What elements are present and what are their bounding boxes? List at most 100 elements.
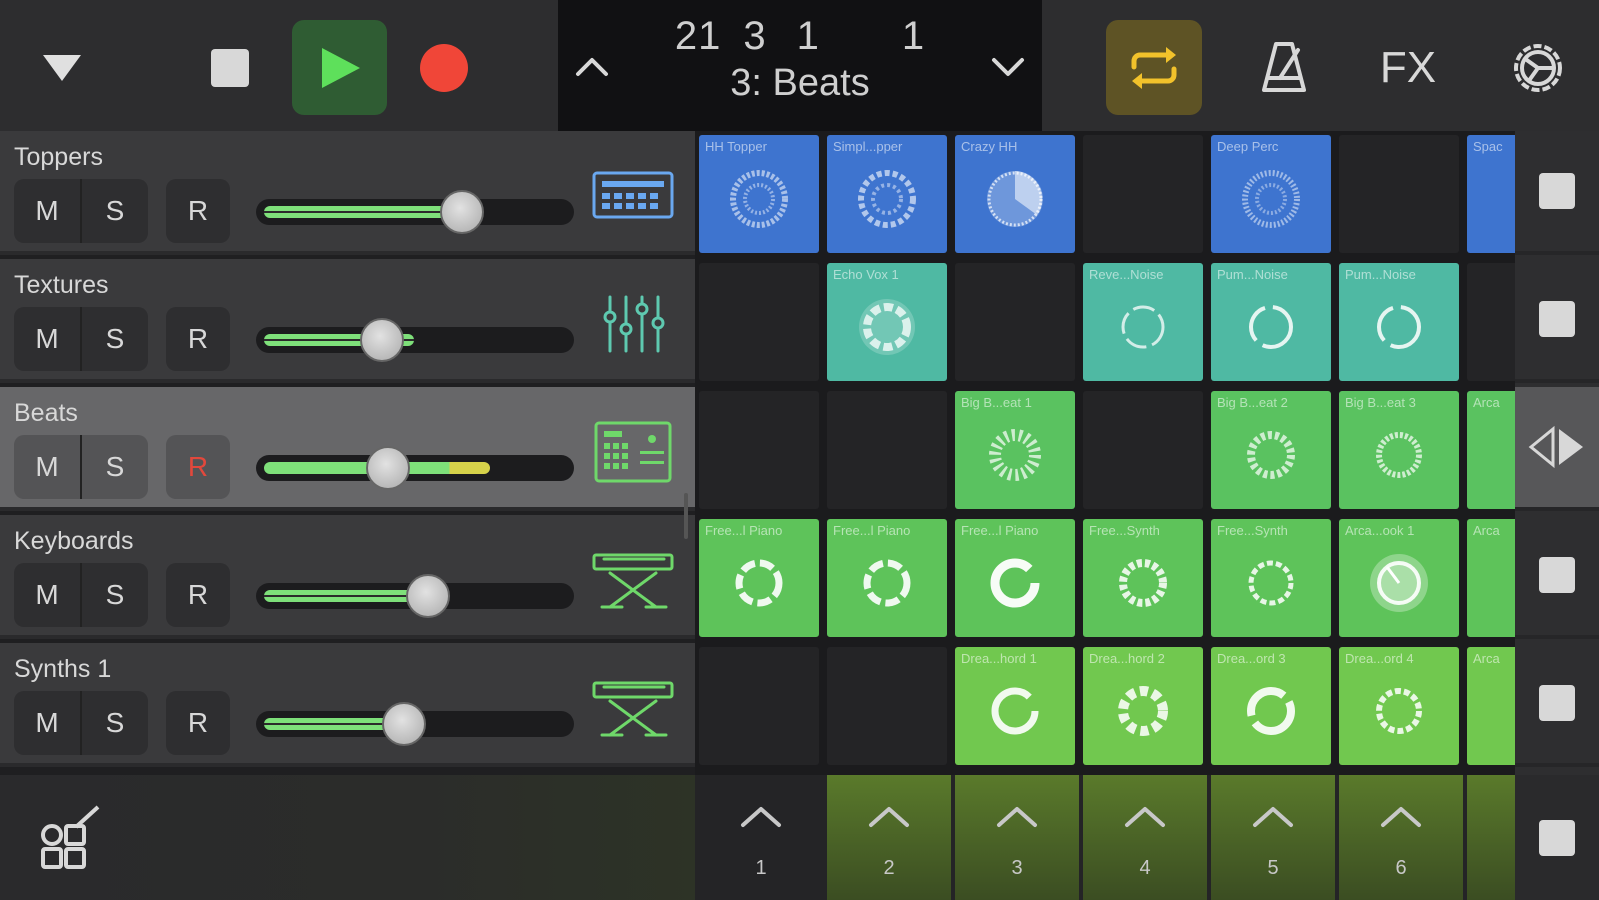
loop-cell[interactable]: Big B...eat 3 — [1339, 391, 1459, 509]
loop-cell[interactable]: Drea...ord 3 — [1211, 647, 1331, 765]
mixer-sliders-icon[interactable] — [590, 293, 676, 355]
mute-button[interactable]: M — [14, 435, 80, 499]
lcd-display[interactable]: 21 3 1 1 3: Beats — [558, 0, 1042, 131]
track-stop-button[interactable] — [1515, 131, 1599, 255]
volume-slider[interactable] — [256, 702, 574, 746]
mute-solo-group: M S — [14, 563, 148, 627]
next-track-button[interactable] — [986, 44, 1030, 88]
scene-trigger-2[interactable]: 2 — [827, 775, 951, 900]
volume-knob[interactable] — [440, 190, 484, 234]
loop-cell[interactable]: Pum...Noise — [1211, 263, 1331, 381]
empty-cell[interactable] — [699, 391, 819, 509]
loop-cell[interactable]: Pum...Noise — [1339, 263, 1459, 381]
record-enable-button[interactable]: R — [166, 691, 230, 755]
track-header-toppers[interactable]: Toppers M S R — [0, 131, 695, 255]
empty-cell[interactable] — [1083, 391, 1203, 509]
loop-waveform-icon — [1118, 686, 1168, 736]
track-playing-indicator[interactable] — [1515, 387, 1599, 511]
empty-cell[interactable] — [827, 391, 947, 509]
record-enable-button[interactable]: R — [166, 563, 230, 627]
scene-trigger-6[interactable]: 6 — [1339, 775, 1463, 900]
solo-button[interactable]: S — [80, 435, 148, 499]
scene-trigger-3[interactable]: 3 — [955, 775, 1079, 900]
keyboard-stand-icon[interactable] — [590, 677, 676, 739]
resize-handle[interactable] — [684, 493, 688, 539]
mute-button[interactable]: M — [14, 307, 80, 371]
stop-all-button[interactable] — [1515, 775, 1599, 900]
empty-cell[interactable] — [1339, 135, 1459, 253]
empty-cell[interactable] — [1083, 135, 1203, 253]
loop-cell[interactable]: Crazy HH — [955, 135, 1075, 253]
record-enable-button[interactable]: R — [166, 307, 230, 371]
volume-meter — [264, 206, 454, 218]
loop-cell[interactable]: Drea...ord 4 — [1339, 647, 1459, 765]
menu-triangle-button[interactable] — [38, 48, 86, 88]
solo-button[interactable]: S — [80, 307, 148, 371]
loop-cell[interactable]: HH Topper — [699, 135, 819, 253]
play-button[interactable] — [292, 20, 387, 115]
empty-cell[interactable] — [1467, 263, 1515, 381]
volume-slider[interactable] — [256, 574, 574, 618]
loop-waveform-icon — [991, 687, 1039, 735]
track-stop-button[interactable] — [1515, 515, 1599, 639]
loop-cell[interactable]: Big B...eat 2 — [1211, 391, 1331, 509]
stop-button[interactable] — [204, 42, 256, 94]
scene-trigger-1[interactable]: 1 — [699, 775, 823, 900]
edit-cells-icon[interactable] — [36, 805, 102, 871]
settings-button[interactable] — [1506, 36, 1570, 100]
mute-button[interactable]: M — [14, 563, 80, 627]
scene-trigger-4[interactable]: 4 — [1083, 775, 1207, 900]
track-header-textures[interactable]: Textures M S R — [0, 259, 695, 383]
metronome-button[interactable] — [1252, 36, 1316, 100]
loop-cell[interactable]: Free...Synth — [1211, 519, 1331, 637]
stop-icon — [1539, 557, 1575, 593]
loop-cell[interactable]: Big B...eat 1 — [955, 391, 1075, 509]
volume-knob[interactable] — [406, 574, 450, 618]
empty-cell[interactable] — [699, 647, 819, 765]
loop-cell[interactable]: Free...l Piano — [955, 519, 1075, 637]
loop-cell[interactable]: Spac — [1467, 135, 1515, 253]
solo-button[interactable]: S — [80, 691, 148, 755]
loop-cell[interactable]: Arca...ook 1 — [1339, 519, 1459, 637]
volume-knob[interactable] — [382, 702, 426, 746]
volume-knob[interactable] — [366, 446, 410, 490]
scene-trigger-7[interactable] — [1467, 775, 1515, 900]
loop-cell[interactable]: Free...l Piano — [827, 519, 947, 637]
loop-cell[interactable]: Simpl...pper — [827, 135, 947, 253]
record-enable-button[interactable]: R — [166, 435, 230, 499]
empty-cell[interactable] — [827, 647, 947, 765]
drum-machine-icon[interactable] — [590, 165, 676, 227]
track-stop-button[interactable] — [1515, 259, 1599, 383]
loop-cell[interactable]: Drea...hord 2 — [1083, 647, 1203, 765]
loop-cell[interactable]: Drea...hord 1 — [955, 647, 1075, 765]
empty-cell[interactable] — [699, 263, 819, 381]
loop-cell[interactable]: Deep Perc — [1211, 135, 1331, 253]
volume-slider[interactable] — [256, 318, 574, 362]
track-stop-button[interactable] — [1515, 643, 1599, 767]
scene-trigger-5[interactable]: 5 — [1211, 775, 1335, 900]
volume-slider[interactable] — [256, 190, 574, 234]
loop-cell[interactable]: Arca — [1467, 647, 1515, 765]
empty-cell[interactable] — [955, 263, 1075, 381]
loop-cell[interactable]: Arca — [1467, 519, 1515, 637]
keyboard-stand-icon[interactable] — [590, 549, 676, 611]
beat-sequencer-icon[interactable] — [590, 421, 676, 483]
loop-cell[interactable]: Arca — [1467, 391, 1515, 509]
solo-button[interactable]: S — [80, 563, 148, 627]
track-header-synths-1[interactable]: Synths 1 M S R — [0, 643, 695, 767]
loop-cell[interactable]: Reve...Noise — [1083, 263, 1203, 381]
mute-button[interactable]: M — [14, 691, 80, 755]
fx-button[interactable]: FX — [1372, 36, 1444, 100]
cycle-button[interactable] — [1106, 20, 1202, 115]
volume-slider[interactable] — [256, 446, 574, 490]
volume-knob[interactable] — [360, 318, 404, 362]
loop-cell[interactable]: Echo Vox 1 — [827, 263, 947, 381]
record-enable-button[interactable]: R — [166, 179, 230, 243]
solo-button[interactable]: S — [80, 179, 148, 243]
mute-button[interactable]: M — [14, 179, 80, 243]
track-header-keyboards[interactable]: Keyboards M S R — [0, 515, 695, 639]
loop-cell[interactable]: Free...l Piano — [699, 519, 819, 637]
track-header-beats[interactable]: Beats M S R — [0, 387, 695, 511]
record-button[interactable] — [418, 42, 470, 94]
loop-cell[interactable]: Free...Synth — [1083, 519, 1203, 637]
